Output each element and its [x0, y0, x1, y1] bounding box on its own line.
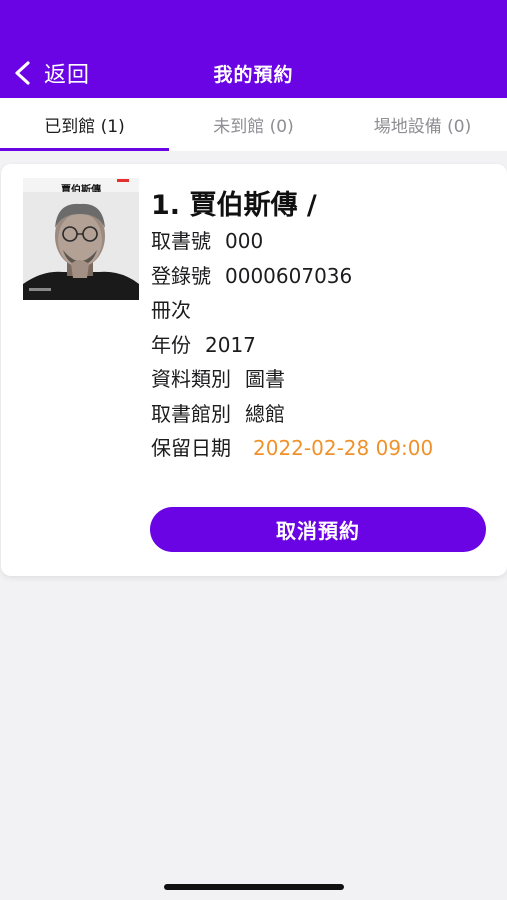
app-header: 返回 我的預約: [0, 0, 507, 98]
field-label: 取書館別: [151, 401, 231, 426]
home-indicator: [164, 884, 344, 890]
year-row: 年份 2017: [151, 328, 489, 363]
pickup-branch-row: 取書館別 總館: [151, 397, 489, 432]
book-title: 1. 賈伯斯傳 /: [151, 190, 317, 221]
field-label: 保留日期: [151, 436, 231, 460]
hold-date-row: 保留日期 2022-02-28 09:00: [151, 431, 489, 465]
field-label: 取書號: [151, 229, 211, 253]
portrait-image: [23, 192, 139, 300]
tab-arrived[interactable]: 已到館 (1): [0, 98, 169, 151]
tab-bar: 已到館 (1) 未到館 (0) 場地設備 (0): [0, 98, 507, 151]
book-cover-image: 賈伯斯傳: [23, 178, 139, 300]
field-label: 年份: [151, 332, 191, 357]
field-label: 登錄號: [151, 263, 211, 288]
hold-date-value: 2022-02-28 09:00: [253, 436, 434, 460]
field-label: 冊次: [151, 298, 191, 322]
field-value: 2017: [205, 332, 256, 357]
cancel-reservation-button[interactable]: 取消預約: [150, 507, 486, 552]
field-value: 圖書: [245, 367, 285, 391]
tab-not-arrived[interactable]: 未到館 (0): [169, 98, 338, 151]
accession-number-row: 登錄號 0000607036: [151, 259, 489, 294]
volume-row: 冊次: [151, 293, 489, 328]
field-value: 總館: [245, 401, 285, 426]
tab-venue-equipment[interactable]: 場地設備 (0): [338, 98, 507, 151]
field-value: 000: [225, 229, 264, 253]
reservation-card: 賈伯斯傳 1. 賈伯斯傳 / 取書號 000 登錄號 0000607036 冊次…: [1, 164, 507, 576]
cover-mark: [117, 179, 129, 182]
call-number-row: 取書號 000: [151, 224, 489, 259]
field-label: 資料類別: [151, 367, 231, 391]
material-type-row: 資料類別 圖書: [151, 362, 489, 397]
field-value: 0000607036: [225, 263, 353, 288]
reservation-info: 1. 賈伯斯傳 / 取書號 000 登錄號 0000607036 冊次 年份 2017…: [151, 188, 489, 465]
page-title: 我的預約: [213, 64, 294, 86]
